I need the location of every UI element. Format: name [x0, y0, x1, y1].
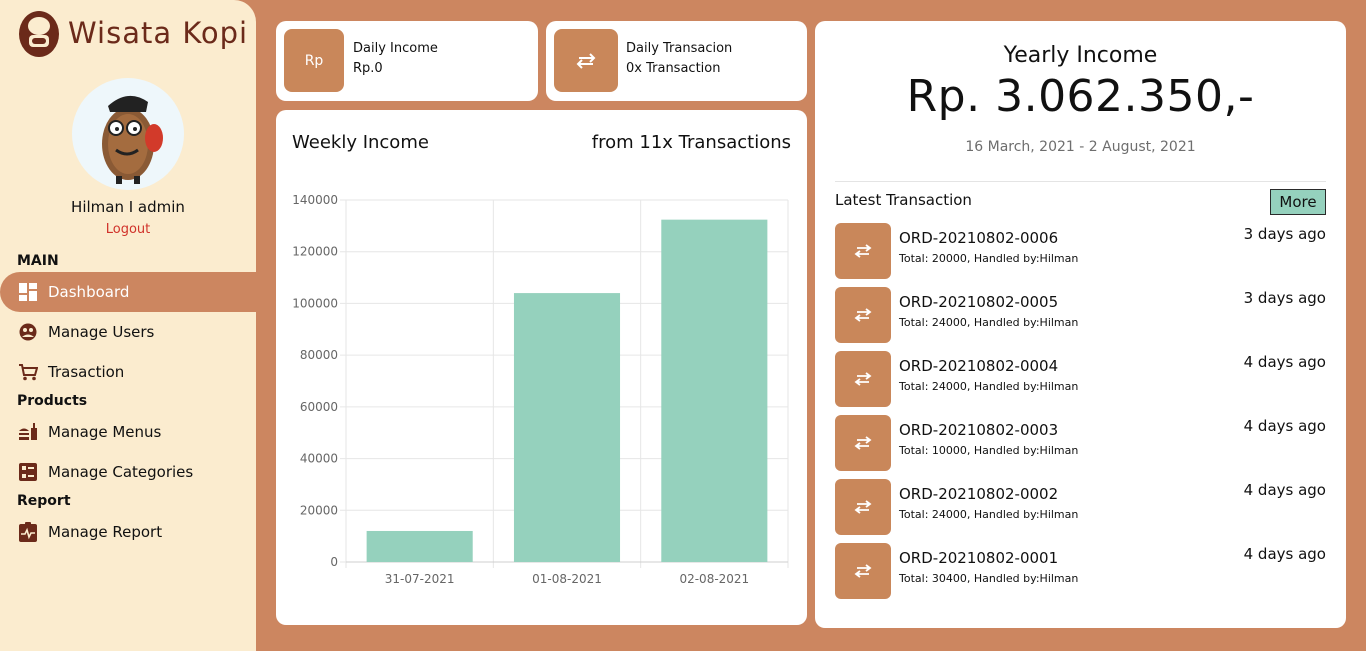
transaction-detail: Total: 24000, Handled by:Hilman [899, 508, 1079, 521]
brand-name: Wisata Kopi [68, 16, 249, 50]
sidebar-item-label: Manage Users [48, 323, 155, 341]
swap-icon [554, 29, 618, 92]
transaction-id: ORD-20210802-0003 [899, 421, 1059, 439]
daily-income-value: Rp.0 [353, 61, 383, 76]
transaction-item[interactable]: ORD-20210802-0004 Total: 24000, Handled … [835, 351, 1326, 415]
avatar [72, 78, 184, 190]
cart-icon [18, 362, 38, 382]
swap-icon [835, 223, 891, 279]
x-tick-label: 01-08-2021 [532, 572, 602, 586]
y-tick-label: 0 [330, 555, 338, 569]
y-tick-label: 140000 [292, 193, 338, 207]
transaction-detail: Total: 30400, Handled by:Hilman [899, 572, 1079, 585]
transaction-id: ORD-20210802-0005 [899, 293, 1059, 311]
transaction-time: 4 days ago [1243, 417, 1326, 435]
swap-icon [835, 543, 891, 599]
sidebar-item-label: Manage Menus [48, 423, 162, 441]
transaction-detail: Total: 24000, Handled by:Hilman [899, 380, 1079, 393]
sidebar-item-label: Dashboard [48, 283, 130, 301]
brand-logo[interactable]: Wisata Kopi [18, 8, 248, 58]
categories-icon [18, 462, 38, 482]
y-tick-label: 120000 [292, 245, 338, 259]
daily-transaction-card: Daily Transacion 0x Transaction [546, 21, 807, 101]
rupiah-icon: Rp [284, 29, 344, 92]
daily-transaction-label: Daily Transacion [626, 41, 733, 56]
transaction-id: ORD-20210802-0001 [899, 549, 1059, 567]
sidebar-item-categories[interactable]: Manage Categories [0, 452, 256, 492]
section-title-main: MAIN [17, 253, 59, 269]
chart-bar [513, 293, 621, 562]
weekly-transactions-count: from 11x Transactions [591, 132, 791, 153]
daily-income-card: Rp Daily Income Rp.0 [276, 21, 538, 101]
x-tick-label: 31-07-2021 [385, 572, 455, 586]
swap-icon [835, 415, 891, 471]
transaction-id: ORD-20210802-0004 [899, 357, 1059, 375]
sidebar-item-label: Manage Report [48, 523, 163, 541]
transaction-item[interactable]: ORD-20210802-0001 Total: 30400, Handled … [835, 543, 1326, 607]
menu-icon [18, 422, 38, 442]
sidebar: Wisata Kopi Hilman I admin Logout MAIN D… [0, 0, 256, 651]
transaction-time: 4 days ago [1243, 545, 1326, 563]
daily-transaction-value: 0x Transaction [626, 61, 721, 76]
more-button[interactable]: More [1270, 189, 1326, 215]
transaction-id: ORD-20210802-0002 [899, 485, 1059, 503]
weekly-income-title: Weekly Income [292, 132, 429, 153]
section-title-products: Products [17, 393, 88, 409]
swap-icon [835, 351, 891, 407]
sidebar-item-dashboard[interactable]: Dashboard [0, 272, 256, 312]
dashboard-icon [18, 282, 38, 302]
swap-icon [835, 479, 891, 535]
yearly-date-range: 16 March, 2021 - 2 August, 2021 [965, 139, 1196, 155]
divider [835, 181, 1326, 182]
sidebar-item-label: Trasaction [48, 363, 125, 381]
coffee-bean-mascot-icon [102, 95, 163, 184]
y-tick-label: 20000 [300, 503, 338, 517]
chart-bar [661, 219, 768, 562]
coffee-cup-logo-icon [19, 11, 59, 57]
x-tick-label: 02-08-2021 [679, 572, 749, 586]
daily-income-label: Daily Income [353, 41, 438, 56]
users-icon [18, 322, 38, 342]
y-tick-label: 60000 [300, 400, 338, 414]
transaction-time: 4 days ago [1243, 353, 1326, 371]
sidebar-item-trasaction[interactable]: Trasaction [0, 352, 256, 392]
user-name: Hilman I admin [71, 198, 185, 216]
transaction-item[interactable]: ORD-20210802-0005 Total: 24000, Handled … [835, 287, 1326, 351]
transaction-time: 3 days ago [1243, 225, 1326, 243]
transaction-list: ORD-20210802-0006 Total: 20000, Handled … [835, 223, 1326, 607]
logout-link[interactable]: Logout [0, 222, 256, 237]
yearly-income-amount: Rp. 3.062.350,- [906, 71, 1255, 122]
y-tick-label: 100000 [292, 296, 338, 310]
y-tick-label: 40000 [300, 452, 338, 466]
yearly-income-card: Yearly Income Rp. 3.062.350,- 16 March, … [815, 21, 1346, 628]
transaction-item[interactable]: ORD-20210802-0003 Total: 10000, Handled … [835, 415, 1326, 479]
transaction-id: ORD-20210802-0006 [899, 229, 1059, 247]
transaction-time: 4 days ago [1243, 481, 1326, 499]
chart-bar [366, 530, 473, 562]
transaction-item[interactable]: ORD-20210802-0006 Total: 20000, Handled … [835, 223, 1326, 287]
transaction-detail: Total: 20000, Handled by:Hilman [899, 252, 1079, 265]
yearly-income-title: Yearly Income [1003, 43, 1158, 68]
transaction-detail: Total: 10000, Handled by:Hilman [899, 444, 1079, 457]
transaction-item[interactable]: ORD-20210802-0002 Total: 24000, Handled … [835, 479, 1326, 543]
y-tick-label: 80000 [300, 348, 338, 362]
section-title-report: Report [17, 493, 71, 509]
sidebar-item-report[interactable]: Manage Report [0, 512, 256, 552]
sidebar-item-users[interactable]: Manage Users [0, 312, 256, 352]
report-icon [18, 522, 38, 542]
transaction-time: 3 days ago [1243, 289, 1326, 307]
swap-icon [835, 287, 891, 343]
latest-transaction-title: Latest Transaction [835, 191, 972, 209]
transaction-detail: Total: 24000, Handled by:Hilman [899, 316, 1079, 329]
sidebar-item-label: Manage Categories [48, 463, 194, 481]
weekly-income-card: Weekly Income from 11x Transactions 0 200… [276, 110, 807, 625]
weekly-income-chart: 0 20000 40000 60000 80000 100000 120000 140000 3… [292, 193, 789, 586]
sidebar-item-menus[interactable]: Manage Menus [0, 412, 256, 452]
